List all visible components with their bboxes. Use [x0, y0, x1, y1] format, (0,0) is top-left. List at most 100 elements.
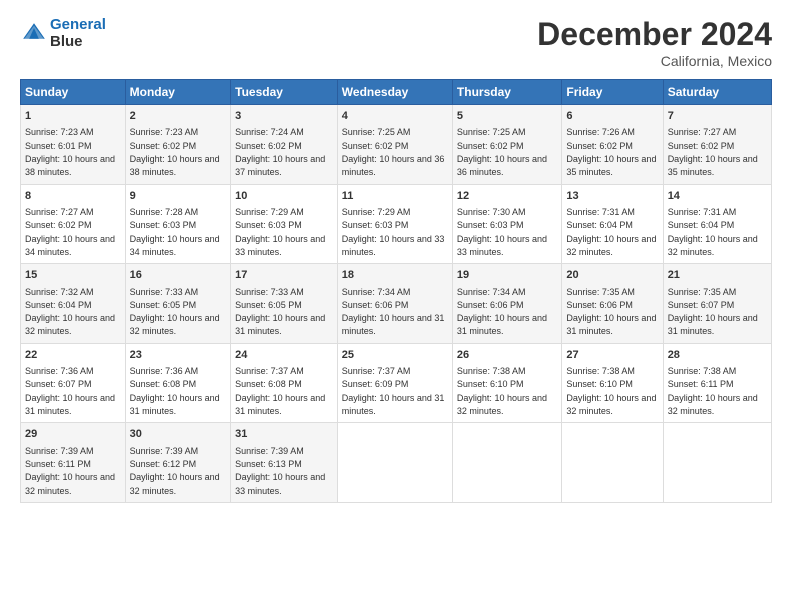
- calendar-cell: 27 Sunrise: 7:38 AM Sunset: 6:10 PM Dayli…: [562, 343, 663, 423]
- cell-info: Sunrise: 7:28 AM Sunset: 6:03 PM Dayligh…: [130, 207, 220, 257]
- day-number: 24: [235, 348, 333, 363]
- day-number: 9: [130, 189, 227, 204]
- cell-info: Sunrise: 7:26 AM Sunset: 6:02 PM Dayligh…: [566, 127, 656, 177]
- logo: General Blue: [20, 16, 106, 51]
- calendar-cell: 6 Sunrise: 7:26 AM Sunset: 6:02 PM Daylig…: [562, 105, 663, 185]
- calendar-cell: 19 Sunrise: 7:34 AM Sunset: 6:06 PM Dayli…: [452, 264, 561, 344]
- calendar-cell: 26Sunrise: 7:38 AM Sunset: 6:10 PM Dayli…: [452, 343, 561, 423]
- calendar-cell: 21 Sunrise: 7:35 AM Sunset: 6:07 PM Dayli…: [663, 264, 771, 344]
- day-number: 19: [457, 268, 557, 283]
- calendar-cell: 23 Sunrise: 7:36 AM Sunset: 6:08 PM Dayli…: [125, 343, 231, 423]
- cell-info: Sunrise: 7:35 AM Sunset: 6:06 PM Dayligh…: [566, 287, 656, 337]
- cell-info: Sunrise: 7:24 AM Sunset: 6:02 PM Dayligh…: [235, 127, 325, 177]
- calendar-cell: 16 Sunrise: 7:33 AM Sunset: 6:05 PM Dayli…: [125, 264, 231, 344]
- calendar-cell: 9 Sunrise: 7:28 AM Sunset: 6:03 PM Daylig…: [125, 184, 231, 264]
- cell-info: Sunrise: 7:30 AM Sunset: 6:03 PM Dayligh…: [457, 207, 547, 257]
- cell-info: Sunrise: 7:37 AM Sunset: 6:08 PM Dayligh…: [235, 366, 325, 416]
- day-number: 6: [566, 109, 658, 124]
- day-number: 4: [342, 109, 448, 124]
- cell-info: Sunrise: 7:39 AM Sunset: 6:11 PM Dayligh…: [25, 446, 115, 496]
- cell-info: Sunrise: 7:32 AM Sunset: 6:04 PM Dayligh…: [25, 287, 115, 337]
- day-number: 10: [235, 189, 333, 204]
- calendar-cell: 13 Sunrise: 7:31 AM Sunset: 6:04 PM Dayli…: [562, 184, 663, 264]
- day-number: 11: [342, 189, 448, 204]
- day-number: 20: [566, 268, 658, 283]
- month-title: December 2024: [537, 16, 772, 53]
- cell-info: Sunrise: 7:23 AM Sunset: 6:02 PM Dayligh…: [130, 127, 220, 177]
- calendar-cell: 14 Sunrise: 7:31 AM Sunset: 6:04 PM Dayli…: [663, 184, 771, 264]
- cell-info: Sunrise: 7:37 AM Sunset: 6:09 PM Dayligh…: [342, 366, 445, 416]
- calendar-cell: 31Sunrise: 7:39 AM Sunset: 6:13 PM Dayli…: [231, 423, 338, 503]
- calendar-cell: 5Sunrise: 7:25 AM Sunset: 6:02 PM Daylig…: [452, 105, 561, 185]
- day-number: 13: [566, 189, 658, 204]
- day-number: 17: [235, 268, 333, 283]
- cell-info: Sunrise: 7:38 AM Sunset: 6:11 PM Dayligh…: [668, 366, 758, 416]
- cell-info: Sunrise: 7:35 AM Sunset: 6:07 PM Dayligh…: [668, 287, 758, 337]
- title-section: December 2024 California, Mexico: [537, 16, 772, 69]
- day-number: 7: [668, 109, 767, 124]
- calendar-cell: 8Sunrise: 7:27 AM Sunset: 6:02 PM Daylig…: [21, 184, 126, 264]
- calendar-cell: 22Sunrise: 7:36 AM Sunset: 6:07 PM Dayli…: [21, 343, 126, 423]
- day-number: 21: [668, 268, 767, 283]
- calendar-cell: 4Sunrise: 7:25 AM Sunset: 6:02 PM Daylig…: [337, 105, 452, 185]
- day-number: 18: [342, 268, 448, 283]
- calendar-week-row: 8Sunrise: 7:27 AM Sunset: 6:02 PM Daylig…: [21, 184, 772, 264]
- calendar-cell: 28 Sunrise: 7:38 AM Sunset: 6:11 PM Dayli…: [663, 343, 771, 423]
- logo-text-line1: General: [50, 16, 106, 33]
- cell-info: Sunrise: 7:27 AM Sunset: 6:02 PM Dayligh…: [25, 207, 115, 257]
- day-number: 30: [130, 427, 227, 442]
- logo-icon: [22, 19, 46, 43]
- day-number: 25: [342, 348, 448, 363]
- day-number: 5: [457, 109, 557, 124]
- cell-info: Sunrise: 7:27 AM Sunset: 6:02 PM Dayligh…: [668, 127, 758, 177]
- cell-info: Sunrise: 7:23 AM Sunset: 6:01 PM Dayligh…: [25, 127, 115, 177]
- calendar-cell: 7 Sunrise: 7:27 AM Sunset: 6:02 PM Daylig…: [663, 105, 771, 185]
- cell-info: Sunrise: 7:29 AM Sunset: 6:03 PM Dayligh…: [235, 207, 325, 257]
- cell-info: Sunrise: 7:34 AM Sunset: 6:06 PM Dayligh…: [457, 287, 547, 337]
- day-number: 16: [130, 268, 227, 283]
- cell-info: Sunrise: 7:34 AM Sunset: 6:06 PM Dayligh…: [342, 287, 445, 337]
- col-saturday: Saturday: [663, 80, 771, 105]
- day-number: 22: [25, 348, 121, 363]
- calendar-cell: 10 Sunrise: 7:29 AM Sunset: 6:03 PM Dayli…: [231, 184, 338, 264]
- cell-info: Sunrise: 7:36 AM Sunset: 6:08 PM Dayligh…: [130, 366, 220, 416]
- day-number: 14: [668, 189, 767, 204]
- calendar-cell: 25 Sunrise: 7:37 AM Sunset: 6:09 PM Dayli…: [337, 343, 452, 423]
- calendar-week-row: 22Sunrise: 7:36 AM Sunset: 6:07 PM Dayli…: [21, 343, 772, 423]
- day-number: 31: [235, 427, 333, 442]
- col-thursday: Thursday: [452, 80, 561, 105]
- calendar-week-row: 29 Sunrise: 7:39 AM Sunset: 6:11 PM Dayli…: [21, 423, 772, 503]
- day-number: 27: [566, 348, 658, 363]
- day-number: 15: [25, 268, 121, 283]
- calendar-cell: 29 Sunrise: 7:39 AM Sunset: 6:11 PM Dayli…: [21, 423, 126, 503]
- calendar-cell: 15 Sunrise: 7:32 AM Sunset: 6:04 PM Dayli…: [21, 264, 126, 344]
- calendar-cell: 18 Sunrise: 7:34 AM Sunset: 6:06 PM Dayli…: [337, 264, 452, 344]
- day-number: 2: [130, 109, 227, 124]
- col-tuesday: Tuesday: [231, 80, 338, 105]
- calendar-week-row: 15 Sunrise: 7:32 AM Sunset: 6:04 PM Dayli…: [21, 264, 772, 344]
- page-header: General Blue December 2024 California, M…: [20, 16, 772, 69]
- cell-info: Sunrise: 7:31 AM Sunset: 6:04 PM Dayligh…: [668, 207, 758, 257]
- calendar-cell: [337, 423, 452, 503]
- cell-info: Sunrise: 7:38 AM Sunset: 6:10 PM Dayligh…: [566, 366, 656, 416]
- cell-info: Sunrise: 7:31 AM Sunset: 6:04 PM Dayligh…: [566, 207, 656, 257]
- cell-info: Sunrise: 7:33 AM Sunset: 6:05 PM Dayligh…: [235, 287, 325, 337]
- location: California, Mexico: [537, 53, 772, 69]
- calendar-cell: [452, 423, 561, 503]
- day-number: 12: [457, 189, 557, 204]
- col-wednesday: Wednesday: [337, 80, 452, 105]
- cell-info: Sunrise: 7:33 AM Sunset: 6:05 PM Dayligh…: [130, 287, 220, 337]
- day-number: 23: [130, 348, 227, 363]
- calendar-header-row: Sunday Monday Tuesday Wednesday Thursday…: [21, 80, 772, 105]
- cell-info: Sunrise: 7:38 AM Sunset: 6:10 PM Dayligh…: [457, 366, 547, 416]
- calendar-cell: 3Sunrise: 7:24 AM Sunset: 6:02 PM Daylig…: [231, 105, 338, 185]
- day-number: 28: [668, 348, 767, 363]
- calendar-cell: 11Sunrise: 7:29 AM Sunset: 6:03 PM Dayli…: [337, 184, 452, 264]
- calendar-cell: 30 Sunrise: 7:39 AM Sunset: 6:12 PM Dayli…: [125, 423, 231, 503]
- calendar-cell: [663, 423, 771, 503]
- cell-info: Sunrise: 7:39 AM Sunset: 6:12 PM Dayligh…: [130, 446, 220, 496]
- day-number: 29: [25, 427, 121, 442]
- calendar-cell: 12 Sunrise: 7:30 AM Sunset: 6:03 PM Dayli…: [452, 184, 561, 264]
- calendar-cell: 1Sunrise: 7:23 AM Sunset: 6:01 PM Daylig…: [21, 105, 126, 185]
- calendar-table: Sunday Monday Tuesday Wednesday Thursday…: [20, 79, 772, 503]
